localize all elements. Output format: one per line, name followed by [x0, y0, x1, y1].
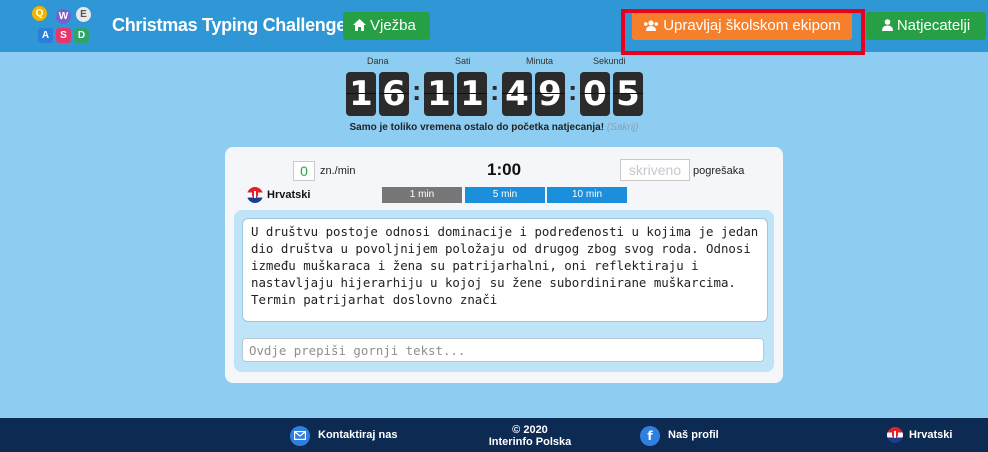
company-name: Interinfo Polska: [488, 436, 572, 448]
countdown-note: Samo je toliko vremena ostalo do početka…: [0, 122, 988, 133]
countdown-label-hours: Sati: [455, 56, 471, 66]
countdown-label-days: Dana: [367, 56, 389, 66]
footer: Kontaktiraj nas © 2020 Interinfo Polska …: [0, 418, 988, 452]
highlight-box: [621, 9, 865, 55]
footer-language-link[interactable]: Hrvatski: [909, 418, 952, 452]
typing-card: 0 zn./min 1:00 skriveno pogrešaka Hrvats…: [225, 147, 783, 383]
typing-input[interactable]: [242, 338, 764, 362]
profile-link[interactable]: Naš profil: [668, 418, 719, 452]
countdown-note-text: Samo je toliko vremena ostalo do početka…: [349, 122, 605, 133]
logo-key-d: D: [74, 28, 89, 43]
countdown-separator: :: [412, 75, 422, 106]
errors-unit: pogrešaka: [693, 165, 745, 177]
countdown-digit: 9: [535, 72, 565, 116]
countdown-separator: :: [568, 75, 578, 106]
duration-1min-button[interactable]: 1 min: [382, 187, 462, 203]
competitors-label: Natjecatelji: [896, 17, 971, 34]
timer: 1:00: [487, 160, 522, 179]
croatian-flag-icon: [887, 427, 903, 443]
logo-key-e: E: [76, 7, 91, 22]
competitors-button[interactable]: Natjecatelji: [866, 12, 986, 40]
croatian-flag-icon: [247, 187, 263, 203]
logo-key-a: A: [38, 28, 53, 43]
countdown-digit: 4: [502, 72, 532, 116]
countdown-digit: 5: [613, 72, 643, 116]
countdown-digit: 1: [424, 72, 454, 116]
logo-key-q: Q: [32, 6, 47, 21]
hide-countdown-link[interactable]: (Sakrij): [607, 122, 639, 133]
countdown-digit: 0: [580, 72, 610, 116]
countdown-label-seconds: Sekundi: [593, 56, 626, 66]
countdown-digit: 1: [346, 72, 376, 116]
countdown-separator: :: [490, 75, 500, 106]
home-icon: [353, 19, 366, 31]
text-well: U društvu postoje odnosi dominacije i po…: [234, 210, 774, 372]
source-text: U društvu postoje odnosi dominacije i po…: [242, 218, 768, 322]
speed-value: 0: [293, 161, 315, 181]
contact-link[interactable]: Kontaktiraj nas: [318, 418, 397, 452]
logo-key-w: W: [56, 9, 71, 24]
errors-value[interactable]: skriveno: [620, 159, 690, 181]
countdown-label-minutes: Minuta: [526, 56, 554, 66]
user-icon: [881, 19, 893, 31]
language-label[interactable]: Hrvatski: [267, 189, 310, 201]
logo-key-s: S: [56, 28, 71, 43]
facebook-icon: f: [640, 426, 660, 446]
copyright-year: © 2020: [512, 424, 548, 436]
countdown-digit: 6: [379, 72, 409, 116]
app-title[interactable]: Christmas Typing Challenge: [112, 15, 346, 36]
speed-unit: zn./min: [320, 165, 356, 177]
envelope-icon: [290, 426, 310, 446]
app-logo[interactable]: Q W E A S D: [30, 6, 100, 46]
duration-10min-button[interactable]: 10 min: [547, 187, 627, 203]
practice-label: Vježba: [370, 17, 416, 34]
practice-button[interactable]: Vježba: [343, 12, 430, 40]
duration-5min-button[interactable]: 5 min: [465, 187, 545, 203]
copyright: © 2020 Interinfo Polska: [470, 424, 590, 448]
countdown-digit: 1: [457, 72, 487, 116]
